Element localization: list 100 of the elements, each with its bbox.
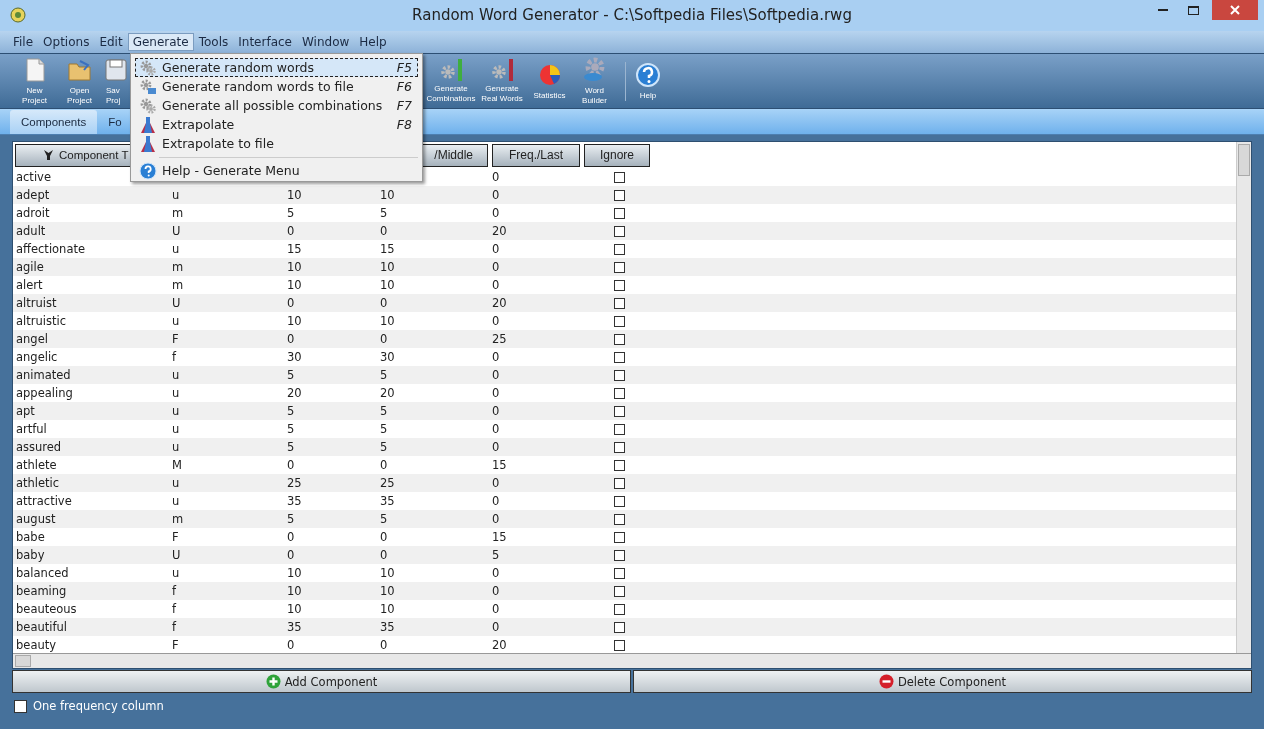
checkbox[interactable] — [614, 549, 625, 561]
table-cell: U — [172, 224, 181, 238]
table-cell: 0 — [492, 602, 500, 616]
table-cell: 20 — [492, 224, 507, 238]
table-cell: 5 — [287, 404, 295, 418]
table-cell: f — [172, 350, 177, 364]
table-cell: august — [16, 512, 56, 526]
scrollbar[interactable] — [13, 653, 1251, 668]
checkbox[interactable] — [614, 567, 625, 579]
checkbox[interactable] — [614, 531, 625, 543]
menu-item[interactable]: Window — [297, 33, 355, 51]
checkbox[interactable] — [614, 387, 625, 399]
checkbox[interactable] — [614, 315, 625, 327]
table-cell: u — [172, 314, 180, 328]
table-cell: active — [16, 170, 51, 184]
scrollbar[interactable] — [1236, 142, 1251, 653]
table-cell: 30 — [287, 350, 302, 364]
table-cell: 15 — [287, 242, 302, 256]
gear-icon — [491, 58, 513, 81]
table-cell: 5 — [287, 206, 295, 220]
table-cell: 30 — [380, 350, 395, 364]
table-cell: 5 — [380, 404, 388, 418]
checkbox[interactable] — [614, 495, 625, 507]
maximize-icon — [1187, 5, 1199, 15]
toolbar-button[interactable]: New Project — [12, 56, 57, 106]
toolbar-button[interactable]: Open Project — [57, 56, 102, 106]
checkbox[interactable] — [614, 243, 625, 255]
app-icon — [10, 7, 26, 23]
toolbar-button[interactable]: Help — [625, 61, 666, 101]
table-cell: 0 — [492, 476, 500, 490]
checkbox[interactable] — [614, 333, 625, 345]
table-cell: m — [172, 206, 184, 220]
checkbox[interactable] — [614, 513, 625, 525]
toolbar-button[interactable]: Generate Combinations — [425, 58, 477, 104]
table-cell: 0 — [380, 548, 388, 562]
toolbar-button[interactable]: Generate Real Words — [477, 58, 527, 104]
menu-item[interactable]: File — [8, 33, 39, 51]
tab[interactable]: Fo — [97, 110, 133, 134]
checkbox[interactable] — [614, 423, 625, 435]
menu-item[interactable]: Generate random words F5 — [135, 58, 418, 77]
toolbar-button[interactable]: Word Builder — [572, 56, 617, 106]
menu-item[interactable]: Extrapolate F8 — [135, 115, 418, 134]
delete-button[interactable]: Delete Component — [633, 670, 1252, 693]
checkbox[interactable] — [614, 441, 625, 453]
table-cell: U — [172, 548, 181, 562]
checkbox[interactable] — [14, 699, 27, 713]
table-cell: adroit — [16, 206, 50, 220]
table-cell: assured — [16, 440, 62, 454]
checkbox[interactable] — [614, 405, 625, 417]
add-button[interactable]: Add Component — [12, 670, 631, 693]
checkbox[interactable] — [614, 189, 625, 201]
table-cell: 5 — [287, 512, 295, 526]
table-cell: 0 — [287, 638, 295, 652]
table-cell: 0 — [492, 404, 500, 418]
table-cell: 25 — [380, 476, 395, 490]
table-cell: 5 — [287, 440, 295, 454]
table-cell: 35 — [287, 494, 302, 508]
table-cell: babe — [16, 530, 45, 544]
table-cell: u — [172, 188, 180, 202]
table-cell: 0 — [287, 548, 295, 562]
table-cell: 15 — [492, 458, 507, 472]
toolbar-button[interactable]: Statistics — [527, 61, 572, 101]
checkbox[interactable] — [614, 207, 625, 219]
close-button[interactable] — [1212, 0, 1258, 20]
tab[interactable]: Components — [10, 110, 98, 134]
checkbox[interactable] — [614, 351, 625, 363]
table-cell: altruist — [16, 296, 57, 310]
menu-item[interactable]: Options — [38, 33, 95, 51]
checkbox[interactable] — [614, 261, 625, 273]
help-icon — [139, 161, 157, 180]
table-cell: 10 — [287, 188, 302, 202]
column-header[interactable]: Ignore — [584, 143, 650, 167]
menu-item[interactable]: Interface — [233, 33, 297, 51]
checkbox[interactable] — [614, 369, 625, 381]
table-cell: m — [172, 260, 184, 274]
gear-icon — [440, 58, 462, 81]
checkbox[interactable] — [614, 603, 625, 615]
table-cell: u — [172, 566, 180, 580]
checkbox[interactable] — [614, 297, 625, 309]
checkbox[interactable] — [614, 279, 625, 291]
checkbox[interactable] — [614, 585, 625, 597]
table-cell: animated — [16, 368, 71, 382]
table-cell: 15 — [492, 530, 507, 544]
table-cell: 5 — [380, 512, 388, 526]
menu-item[interactable]: Generate — [127, 33, 194, 51]
checkbox[interactable] — [614, 621, 625, 633]
table-cell: altruistic — [16, 314, 66, 328]
table-cell: 5 — [380, 206, 388, 220]
menu-item[interactable]: Tools — [193, 33, 234, 51]
checkbox[interactable] — [614, 639, 625, 651]
column-header[interactable]: Freq./Last — [492, 143, 580, 167]
checkbox[interactable] — [614, 477, 625, 489]
table-cell: 10 — [380, 602, 395, 616]
table-cell: 5 — [287, 368, 295, 382]
menu-item[interactable]: Help — [354, 33, 392, 51]
checkbox[interactable] — [614, 225, 625, 237]
table-cell: 0 — [380, 458, 388, 472]
checkbox[interactable] — [614, 459, 625, 471]
menu-item[interactable]: Edit — [94, 33, 128, 51]
checkbox[interactable] — [614, 171, 625, 183]
